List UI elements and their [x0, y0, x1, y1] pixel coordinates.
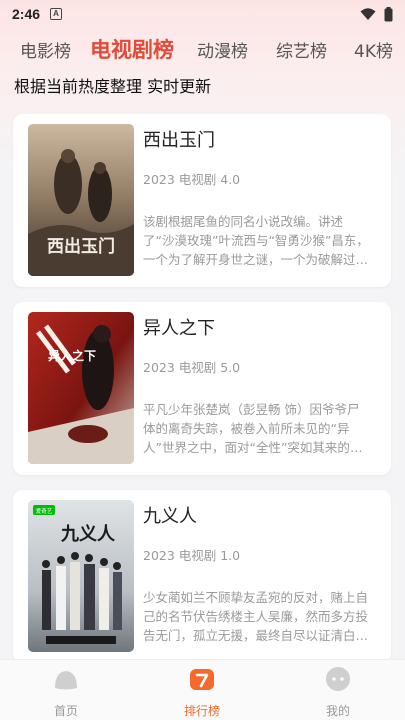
poster-badge: 爱奇艺: [36, 507, 53, 515]
poster-image: 爱奇艺 九义人: [28, 500, 134, 652]
tab-4k[interactable]: 4K榜: [354, 37, 393, 62]
status-time: 2:46: [12, 6, 41, 22]
item-description: 该剧根据尾鱼的同名小说改编。讲述了“沙漠玫瑰”叶流西与“智勇沙猴”昌东，一个为了…: [143, 214, 369, 267]
list-item[interactable]: 异人之下 异人之下 2023 电视剧 5.0 平凡少年张楚岚（彭昱畅 饰）因爷爷…: [13, 302, 391, 475]
item-title: 西出玉门: [143, 130, 215, 151]
page-subtitle: 根据当前热度整理 实时更新: [14, 77, 212, 96]
poster-image: 西出玉门: [28, 124, 134, 276]
bottom-navigation: 首页 排行榜 我的: [0, 659, 405, 720]
notification-icon: A: [50, 8, 63, 20]
item-title: 九义人: [143, 506, 197, 527]
nav-home[interactable]: 首页: [26, 666, 106, 719]
tab-movie[interactable]: 电影榜: [20, 37, 71, 62]
status-bar: 2:46 A: [0, 0, 405, 28]
item-title: 异人之下: [143, 318, 215, 339]
tab-anime[interactable]: 动漫榜: [197, 37, 248, 62]
wifi-icon: [360, 8, 376, 20]
list-item[interactable]: 西出玉门 西出玉门 2023 电视剧 4.0 该剧根据尾鱼的同名小说改编。讲述了…: [13, 114, 391, 287]
poster-title: 西出玉门: [47, 236, 115, 257]
item-description: 少女蔺如兰不顾挚友孟宛的反对，赌上自己的名节伏告绣楼主人吴廉，然而多方投告无门，…: [143, 590, 369, 643]
item-meta: 2023 电视剧 5.0: [143, 360, 241, 375]
nav-home-label: 首页: [53, 704, 78, 718]
item-description: 平凡少年张楚岚（彭昱畅 饰）因爷爷尸体的离奇失踪，被卷入前所未见的“异人”世界之…: [143, 402, 363, 455]
profile-icon: [326, 667, 350, 691]
item-meta: 2023 电视剧 4.0: [143, 172, 241, 187]
category-tabs: 电影榜 电视剧榜 动漫榜 综艺榜 4K榜: [0, 30, 405, 66]
poster-title: 异人之下: [48, 348, 96, 363]
poster-image: 异人之下: [28, 312, 134, 464]
nav-ranking-label: 排行榜: [183, 704, 220, 718]
home-icon: [55, 671, 77, 690]
item-meta: 2023 电视剧 1.0: [143, 548, 241, 563]
nav-profile[interactable]: 我的: [298, 666, 378, 719]
poster-title: 九义人: [60, 523, 116, 545]
tab-variety[interactable]: 综艺榜: [276, 37, 327, 62]
nav-ranking[interactable]: 排行榜: [162, 666, 242, 719]
nav-profile-label: 我的: [325, 704, 350, 718]
battery-icon: [384, 6, 393, 21]
tab-tv[interactable]: 电视剧榜: [90, 34, 174, 64]
ranking-icon: [190, 669, 214, 690]
list-item[interactable]: 爱奇艺 九义人 九义人 2023 电视剧 1.0 少女蔺如兰不顾挚友孟宛的反对，…: [13, 490, 391, 663]
